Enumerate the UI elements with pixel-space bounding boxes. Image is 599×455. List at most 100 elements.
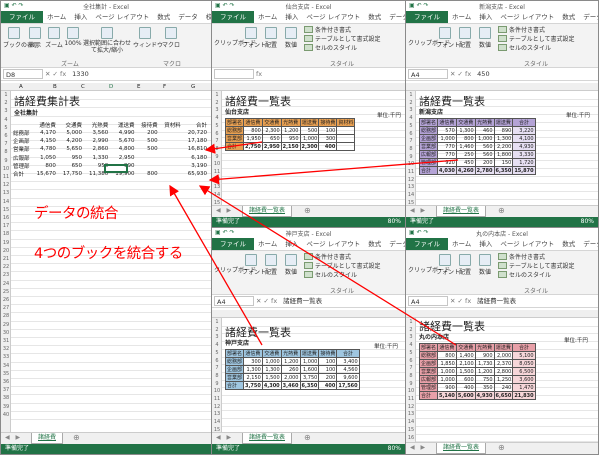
row-number[interactable]: 13 <box>212 184 222 190</box>
fx-icon[interactable]: fx <box>256 69 262 80</box>
value-cell[interactable]: 1,300 <box>455 126 476 135</box>
tab-home[interactable]: ホーム <box>448 238 475 250</box>
value-cell[interactable]: 400 <box>455 383 476 392</box>
clipboard-button[interactable]: クリップボード <box>408 265 450 274</box>
row-number[interactable]: 6 <box>406 358 416 364</box>
row-number[interactable]: 33 <box>1 354 11 360</box>
row-number[interactable]: 13 <box>1 190 11 196</box>
table-header-cell[interactable]: 合計 <box>512 343 536 352</box>
conditional-format-button[interactable]: 条件付き書式 <box>304 253 351 262</box>
sheet-tab-list[interactable]: 諸経費一覧表 <box>436 443 487 454</box>
value-cell[interactable]: 5,650 <box>58 145 84 153</box>
value-cell[interactable]: 1,300 <box>493 134 514 143</box>
row-label-cell[interactable]: 営業部 <box>418 142 439 151</box>
value-cell[interactable]: 1,250 <box>493 375 514 384</box>
value-cell[interactable]: 900 <box>437 383 457 392</box>
row-number[interactable]: 6 <box>1 133 11 139</box>
value-cell[interactable]: 20,720 <box>183 129 209 137</box>
font-button[interactable]: フォント <box>436 254 460 276</box>
value-cell[interactable]: 6,180 <box>183 154 209 162</box>
table-header-cell[interactable]: 部署名 <box>418 118 439 127</box>
row-number[interactable]: 11 <box>406 396 416 402</box>
value-cell[interactable]: 800 <box>437 351 457 360</box>
value-cell[interactable]: 1,000 <box>261 357 282 366</box>
cell-styles-button[interactable]: セルのスタイル <box>498 271 551 280</box>
value-cell[interactable]: 1,300 <box>261 365 282 374</box>
clipboard-button[interactable]: クリップボード <box>214 265 256 274</box>
conditional-format-button[interactable]: 条件付き書式 <box>498 26 545 35</box>
value-cell[interactable]: 400 <box>318 381 338 390</box>
value-cell[interactable] <box>160 129 183 137</box>
row-number[interactable]: 13 <box>406 411 416 417</box>
value-cell[interactable]: 460 <box>474 126 495 135</box>
table-header-cell[interactable]: 交通費 <box>261 118 282 127</box>
font-button[interactable]: フォント <box>242 254 266 276</box>
table-header-cell[interactable]: 資材料 <box>160 121 183 129</box>
value-cell[interactable]: 3,750 <box>243 381 263 390</box>
name-box[interactable] <box>214 69 254 79</box>
value-cell[interactable]: 1,800 <box>493 150 514 159</box>
tab-page-layout[interactable]: ページ レイアウト <box>91 11 153 23</box>
value-cell[interactable]: 560 <box>474 150 495 159</box>
value-cell[interactable]: 1,500 <box>455 367 476 376</box>
alignment-button[interactable]: 配置 <box>262 27 280 49</box>
font-button[interactable]: フォント <box>242 27 266 49</box>
value-cell[interactable]: 2,370 <box>493 359 514 368</box>
row-number[interactable]: 12 <box>212 404 222 410</box>
row-number[interactable]: 10 <box>406 161 416 167</box>
alignment-button[interactable]: 配置 <box>262 254 280 276</box>
value-cell[interactable]: 300 <box>318 134 338 143</box>
table-header-cell[interactable]: 通信費 <box>437 343 457 352</box>
table-header-cell[interactable]: 通信費 <box>437 118 457 127</box>
value-cell[interactable]: 570 <box>437 126 457 135</box>
row-number[interactable]: 29 <box>1 322 11 328</box>
table-header-cell[interactable]: 光熱費 <box>280 118 301 127</box>
table-header-cell[interactable]: 通信費 <box>243 118 263 127</box>
value-cell[interactable]: 1,050 <box>32 154 58 162</box>
row-label-cell[interactable]: 広報部 <box>13 154 32 162</box>
sheet-nav-icons[interactable]: ◀ ▶ <box>216 434 233 441</box>
value-cell[interactable]: 3,460 <box>280 381 301 390</box>
worksheet-grid[interactable]: 123456789101112131415161718 諸経費一覧表 丸の内本店… <box>406 310 598 442</box>
sheet-nav-icons[interactable]: ◀ ▶ <box>410 207 427 214</box>
tab-formulas[interactable]: 数式 <box>558 11 579 23</box>
table-header-cell[interactable]: 合計 <box>512 118 536 127</box>
value-cell[interactable]: 1,850 <box>437 359 457 368</box>
value-cell[interactable]: 1,470 <box>512 383 536 392</box>
value-cell[interactable] <box>160 162 183 170</box>
row-number[interactable]: 27 <box>1 305 11 311</box>
row-number[interactable]: 8 <box>212 146 222 152</box>
format-as-table-button[interactable]: テーブルとして書式設定 <box>498 262 574 271</box>
zoom-to-selection-button[interactable]: 選択範囲に合わせて拡大/縮小 <box>83 27 131 54</box>
row-label-cell[interactable]: 管理部 <box>13 162 32 170</box>
value-cell[interactable]: 240 <box>493 383 514 392</box>
value-cell[interactable]: 6,350 <box>493 166 514 175</box>
value-cell[interactable]: 1,330 <box>84 154 110 162</box>
row-number[interactable]: 31 <box>1 338 11 344</box>
row-number[interactable]: 3 <box>212 107 222 113</box>
value-cell[interactable] <box>336 134 356 143</box>
row-label-cell[interactable]: 合計 <box>418 391 439 400</box>
value-cell[interactable]: 770 <box>437 150 457 159</box>
row-number[interactable]: 37 <box>1 387 11 393</box>
row-number[interactable]: 2 <box>406 100 416 106</box>
value-cell[interactable]: 200 <box>318 373 338 382</box>
show-button[interactable]: 表示 <box>27 27 43 49</box>
value-cell[interactable]: 400 <box>318 142 338 151</box>
row-number[interactable]: 2 <box>406 327 416 333</box>
value-cell[interactable]: 350 <box>474 383 495 392</box>
zoom-100-button[interactable]: 100% <box>64 27 82 47</box>
row-number[interactable]: 12 <box>406 404 416 410</box>
value-cell[interactable]: 950 <box>280 134 301 143</box>
row-number[interactable]: 11 <box>212 169 222 175</box>
value-cell[interactable]: 4,260 <box>455 166 476 175</box>
value-cell[interactable]: 770 <box>437 142 457 151</box>
conditional-format-button[interactable]: 条件付き書式 <box>498 253 545 262</box>
sheet-nav-icons[interactable]: ◀ ▶ <box>410 444 427 451</box>
value-cell[interactable]: 1,200 <box>280 357 301 366</box>
fx-icon[interactable]: ✕ ✓ fx <box>256 296 277 307</box>
format-as-table-button[interactable]: テーブルとして書式設定 <box>304 262 380 271</box>
value-cell[interactable]: 6,350 <box>299 381 320 390</box>
conditional-format-button[interactable]: 条件付き書式 <box>304 26 351 35</box>
row-number[interactable]: 14 <box>1 199 11 205</box>
